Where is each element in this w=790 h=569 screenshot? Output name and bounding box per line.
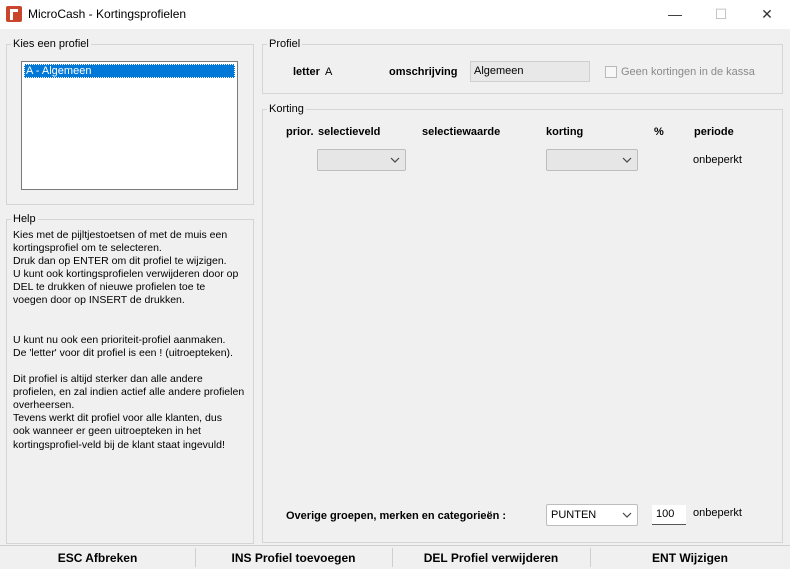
- app-icon: [6, 6, 22, 22]
- korting-group: [262, 109, 783, 543]
- omschrijving-label: omschrijving: [389, 66, 458, 78]
- title-bar: MicroCash - Kortingsprofielen — ☐ ✕: [0, 0, 790, 29]
- footer-divider: [195, 548, 196, 567]
- chevron-down-icon: [390, 157, 400, 163]
- profile-list-item[interactable]: A - Algemeen: [24, 64, 235, 78]
- overige-periode: onbeperkt: [693, 507, 742, 519]
- ins-profiel-toevoegen-button[interactable]: INS Profiel toevoegen: [195, 545, 392, 569]
- header-prior: prior.: [286, 126, 314, 138]
- profile-list-group-title: Kies een profiel: [11, 38, 91, 50]
- profile-listbox[interactable]: A - Algemeen: [21, 61, 238, 190]
- letter-value: A: [325, 66, 333, 78]
- del-profiel-verwijderen-button[interactable]: DEL Profiel verwijderen: [392, 545, 590, 569]
- omschrijving-field[interactable]: Algemeen: [470, 61, 590, 82]
- ent-wijzigen-button[interactable]: ENT Wijzigen: [590, 545, 790, 569]
- geen-kortingen-label: Geen kortingen in de kassa: [621, 66, 755, 78]
- esc-afbreken-button[interactable]: ESC Afbreken: [0, 545, 195, 569]
- window-title: MicroCash - Kortingsprofielen: [28, 7, 187, 21]
- letter-label: letter: [293, 66, 320, 78]
- selectieveld-combo[interactable]: [317, 149, 406, 171]
- footer-divider: [590, 548, 591, 567]
- overige-number-field[interactable]: 100: [652, 505, 686, 525]
- overige-combo[interactable]: PUNTEN: [546, 504, 638, 526]
- help-group-title: Help: [11, 213, 38, 225]
- chevron-down-icon: [622, 512, 632, 518]
- header-selectieveld: selectieveld: [318, 126, 381, 138]
- korting-group-title: Korting: [267, 103, 306, 115]
- overige-label: Overige groepen, merken en categorieën :: [286, 510, 507, 522]
- row-periode: onbeperkt: [693, 154, 742, 166]
- korting-combo[interactable]: [546, 149, 638, 171]
- chevron-down-icon: [622, 157, 632, 163]
- header-korting: korting: [546, 126, 584, 138]
- maximize-button[interactable]: ☐: [698, 0, 744, 29]
- help-text: Kies met de pijltjestoetsen of met de mu…: [13, 229, 245, 451]
- footer-divider: [392, 548, 393, 567]
- footer-bar: ESC Afbreken INS Profiel toevoegen DEL P…: [0, 545, 790, 569]
- header-percent: %: [654, 126, 664, 138]
- close-button[interactable]: ✕: [744, 0, 790, 29]
- header-selectiewaarde: selectiewaarde: [422, 126, 501, 138]
- header-periode: periode: [694, 126, 734, 138]
- minimize-button[interactable]: —: [652, 0, 698, 29]
- profiel-group-title: Profiel: [267, 38, 303, 50]
- geen-kortingen-checkbox[interactable]: [605, 66, 617, 78]
- overige-combo-value: PUNTEN: [551, 509, 597, 521]
